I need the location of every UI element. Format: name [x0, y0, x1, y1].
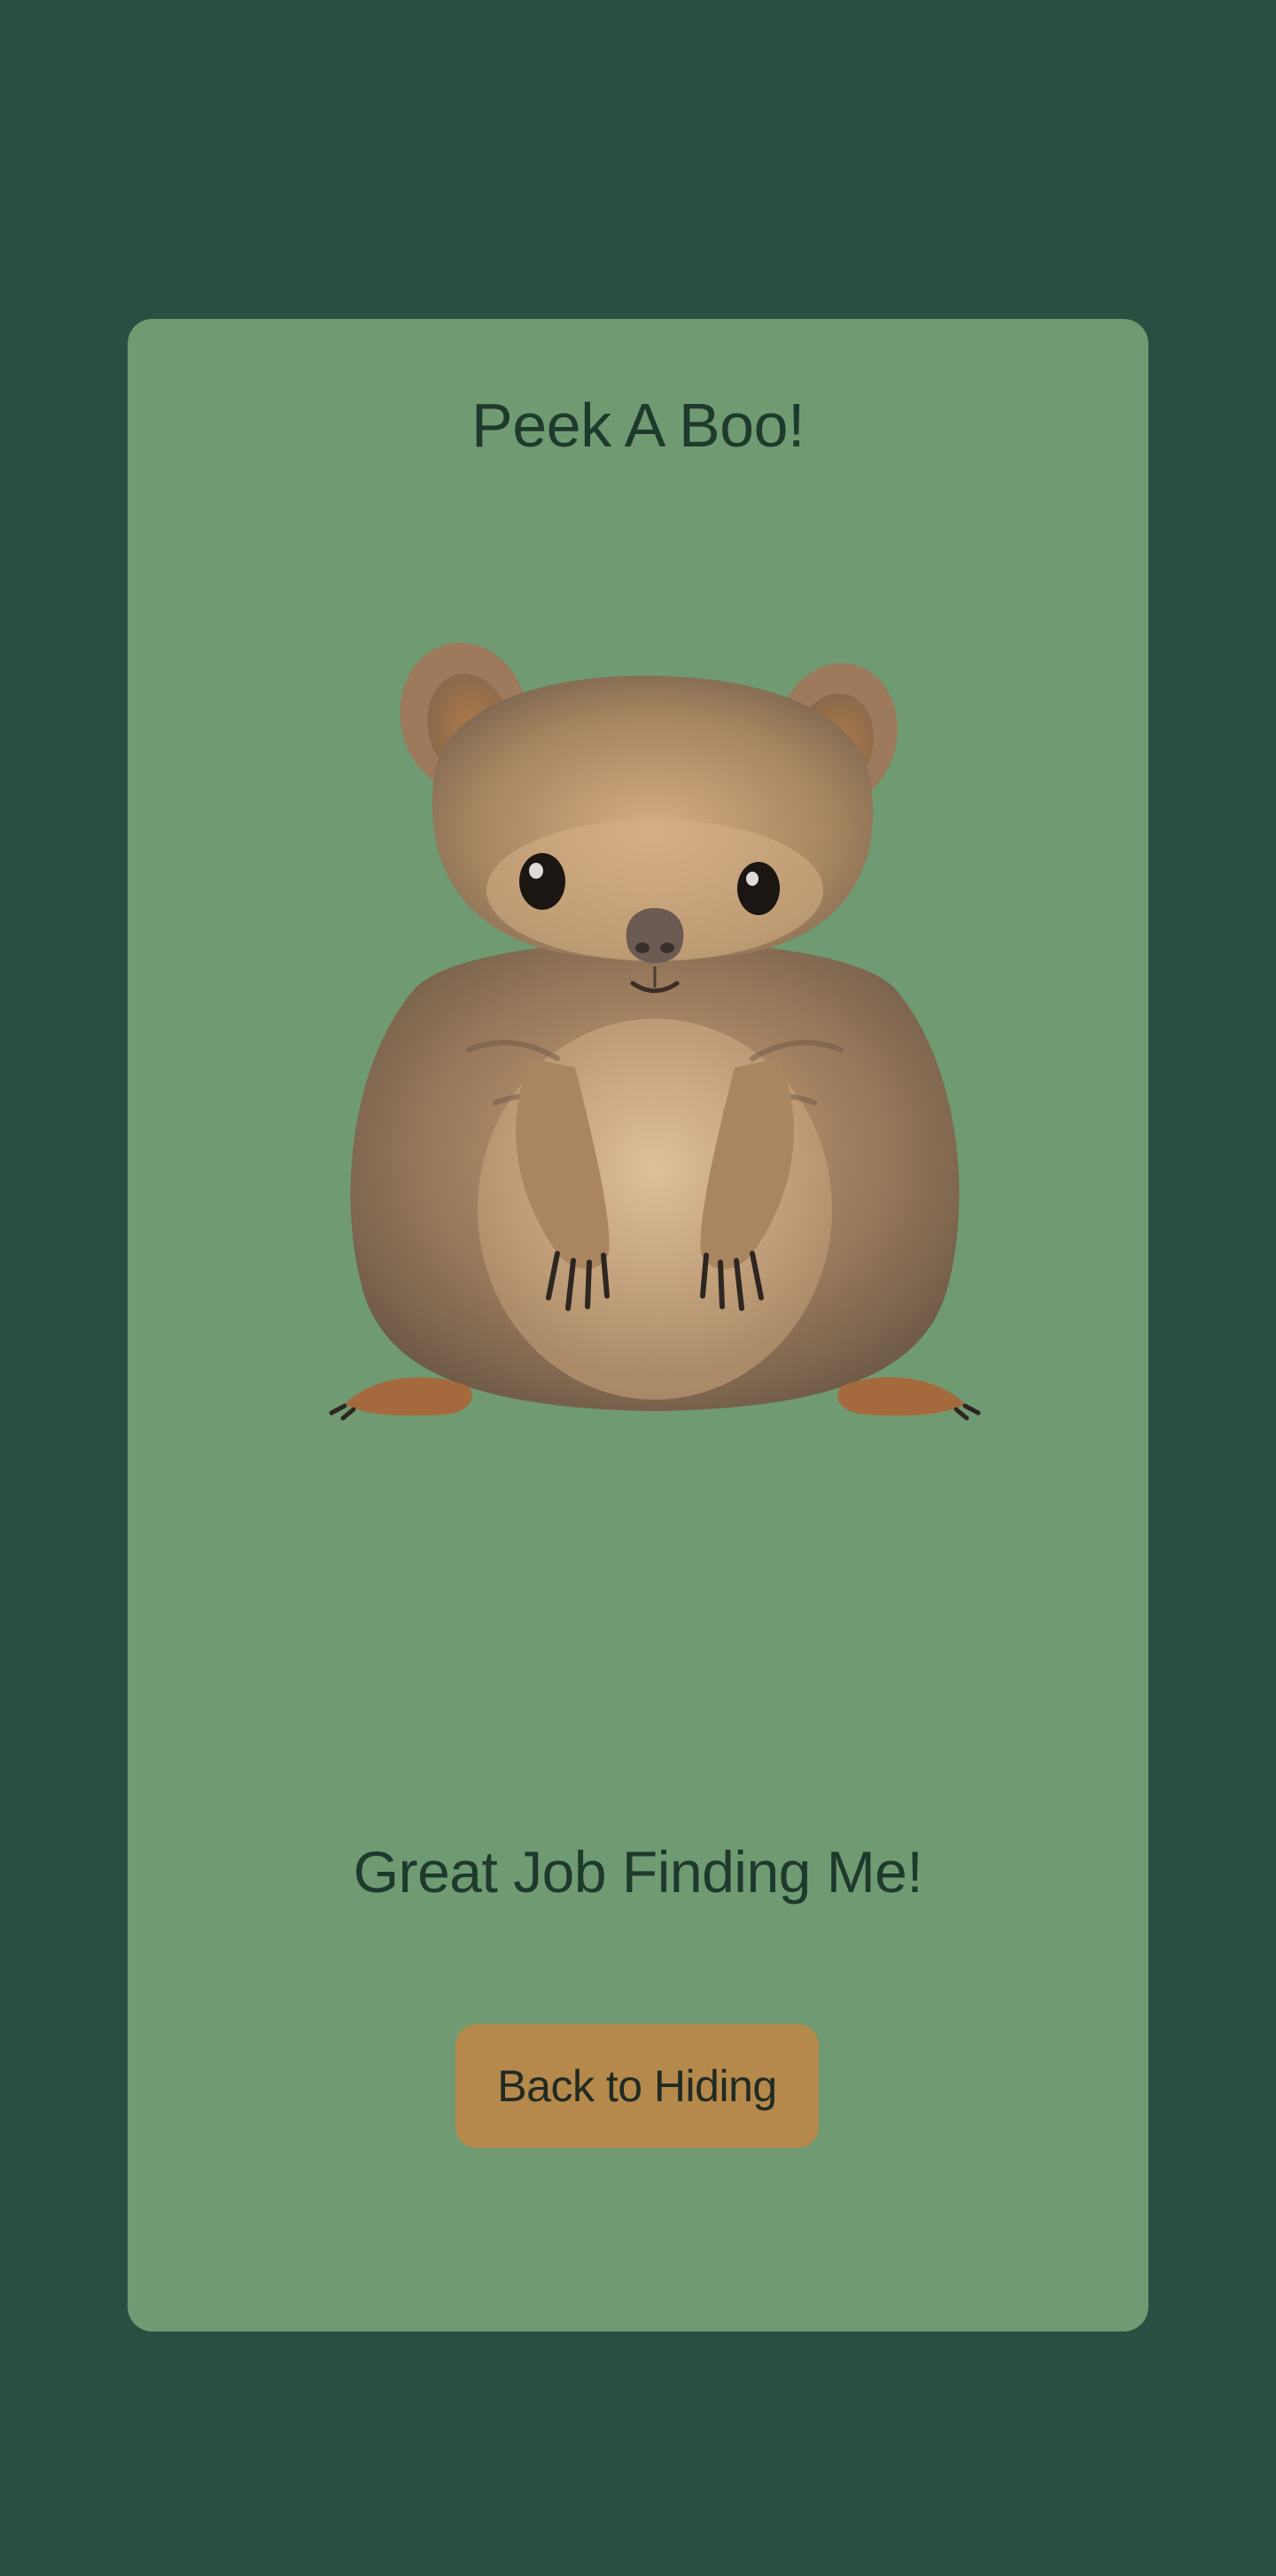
success-message: Great Job Finding Me!: [353, 1839, 923, 1905]
found-card: Peek A Boo! Great Job Finding Me! Back t…: [128, 319, 1148, 2332]
quokka-illustration: [329, 642, 981, 1421]
back-to-hiding-button[interactable]: Back to Hiding: [455, 2024, 819, 2148]
quokka-image: [292, 642, 1018, 1422]
page-title: Peek A Boo!: [471, 391, 805, 460]
